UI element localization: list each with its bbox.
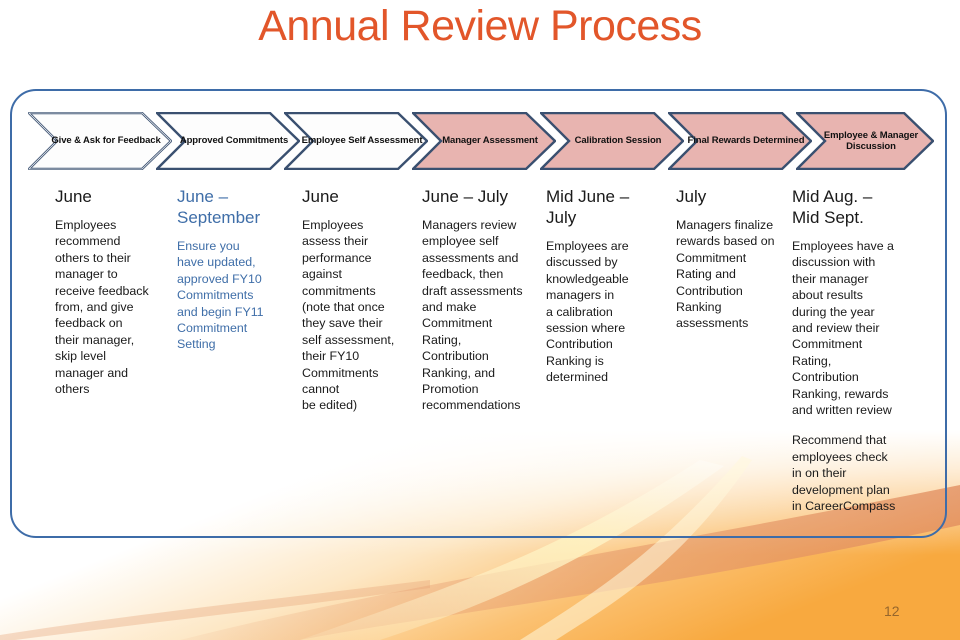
page-title: Annual Review Process — [258, 2, 702, 50]
detail-column-6: July Managers finalize rewards based on … — [676, 186, 788, 332]
slide-canvas: Annual Review Process Give & Ask for Fee… — [0, 0, 960, 640]
page-number: 12 — [884, 603, 900, 619]
process-step-1[interactable]: Give & Ask for Feedback — [28, 112, 172, 170]
detail-column-1-timing: June — [55, 187, 92, 206]
detail-column-3-text: Employees assess their performance again… — [302, 218, 395, 413]
detail-column-2-text: Ensure you have updated, approved FY10 C… — [177, 239, 264, 352]
detail-column-7: Mid Aug. – Mid Sept. Employees have a di… — [792, 186, 912, 515]
detail-column-3-timing: June — [302, 187, 339, 206]
detail-column-3: June Employees assess their performance … — [302, 186, 414, 414]
process-step-6-label: Final Rewards Determined — [687, 135, 805, 147]
process-step-2[interactable]: Approved Commitments — [156, 112, 300, 170]
detail-column-1-text: Employees recommend others to their mana… — [55, 218, 149, 397]
detail-column-7-text-secondary: Recommend that employees check in on the… — [792, 433, 896, 514]
process-step-4[interactable]: Manager Assessment — [412, 112, 556, 170]
process-step-2-label: Approved Commitments — [179, 135, 289, 147]
process-step-3[interactable]: Employee Self Assessment — [284, 112, 428, 170]
detail-column-6-text: Managers finalize rewards based on Commi… — [676, 218, 775, 331]
process-step-5[interactable]: Calibration Session — [540, 112, 684, 170]
process-step-4-label: Manager Assessment — [442, 135, 538, 147]
detail-column-6-timing: July — [676, 187, 707, 206]
process-step-5-label: Calibration Session — [574, 135, 662, 147]
detail-column-4-text: Managers review employee self assessment… — [422, 218, 523, 413]
process-chevron-band: Give & Ask for Feedback Approved Commitm… — [28, 112, 934, 170]
detail-column-1: June Employees recommend others to their… — [55, 186, 167, 397]
detail-column-4-timing: June – July — [422, 187, 508, 206]
process-detail-columns: June Employees recommend others to their… — [0, 186, 960, 526]
detail-column-5-timing: Mid June – July — [546, 187, 630, 227]
detail-column-5: Mid June – July Employees are discussed … — [546, 186, 664, 386]
detail-column-5-text: Employees are discussed by knowledgeable… — [546, 239, 629, 385]
detail-column-2-timing: June – September — [177, 187, 261, 227]
detail-column-7-text: Employees have a discussion with their m… — [792, 239, 894, 418]
process-step-7[interactable]: Employee & Manager Discussion — [796, 112, 934, 170]
process-step-1-label: Give & Ask for Feedback — [51, 135, 161, 147]
detail-column-4: June – July Managers review employee sel… — [422, 186, 540, 414]
detail-column-2: June – September Ensure you have updated… — [177, 186, 295, 353]
detail-column-7-timing: Mid Aug. – Mid Sept. — [792, 187, 873, 227]
process-step-3-label: Employee Self Assessment — [301, 135, 423, 147]
process-step-6[interactable]: Final Rewards Determined — [668, 112, 812, 170]
process-step-7-label: Employee & Manager Discussion — [823, 129, 919, 153]
